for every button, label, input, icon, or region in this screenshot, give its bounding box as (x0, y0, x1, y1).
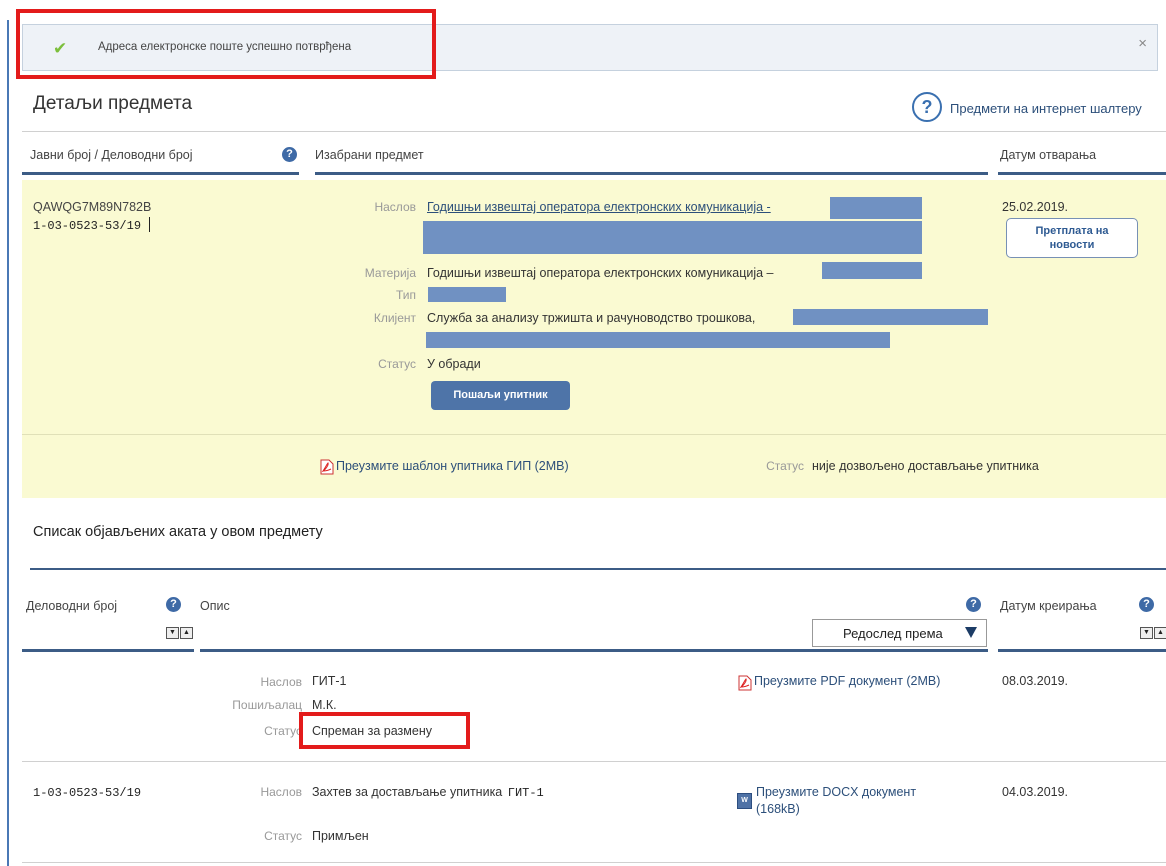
matter-label: Материја (364, 266, 416, 280)
help-icon[interactable]: ? (282, 147, 297, 162)
row-divider (22, 862, 1166, 863)
download-template-link[interactable]: Преузмите шаблон упитника ГИП (2MB) (336, 459, 569, 473)
download-pdf-link[interactable]: Преузмите PDF документ (2MB) (754, 674, 940, 688)
chevron-down-icon (965, 627, 977, 638)
header-underline (315, 172, 988, 175)
help-icon[interactable]: ? (1139, 597, 1154, 612)
portal-cases-link[interactable]: Предмети на интернет шалтеру (950, 101, 1142, 116)
pdf-icon (320, 459, 334, 475)
annotation-box-alert (16, 9, 436, 79)
case-matter: Годишњи извештај оператора електронских … (427, 266, 774, 280)
download-docx-link[interactable]: Преузмите DOCX документ (168kB) (756, 784, 916, 818)
sort-desc-icon[interactable]: ▼ (166, 627, 179, 639)
redaction (423, 221, 922, 254)
sort-order-select[interactable]: Редослед према (812, 619, 987, 647)
redaction (428, 287, 506, 302)
header-underline (998, 649, 1166, 652)
sort-asc-icon[interactable]: ▲ (180, 627, 193, 639)
help-icon[interactable]: ? (912, 92, 942, 122)
opened-date: 25.02.2019. (1002, 200, 1069, 214)
case-client: Служба за анализу тржишта и рачуноводств… (427, 311, 756, 325)
redaction (830, 197, 922, 219)
form-status-value: није дозвољено достављање упитника (812, 459, 1039, 473)
send-questionnaire-button[interactable]: Пошаљи упитник (431, 381, 570, 410)
client-label: Клијент (373, 311, 416, 325)
row-title-label: Наслов (260, 785, 302, 799)
row-created-date: 04.03.2019. (1002, 785, 1069, 799)
col-header-subject: Изабрани предмет (315, 148, 424, 162)
case-title[interactable]: Годишњи извештај оператора електронских … (427, 200, 771, 214)
header-underline (998, 172, 1166, 175)
text-cursor (149, 217, 150, 232)
redaction (793, 309, 988, 325)
row-title-label: Наслов (260, 675, 302, 689)
col-header-opened-date: Датум отварања (1000, 148, 1097, 162)
redaction (426, 332, 890, 348)
divider (22, 131, 1166, 132)
help-icon[interactable]: ? (166, 597, 181, 612)
divider (22, 434, 1166, 435)
header-underline (200, 649, 988, 652)
status-label: Статус (378, 357, 416, 371)
section-underline (30, 568, 1166, 570)
annotation-box-status (299, 712, 470, 749)
col-header-created-date: Датум креирања (1000, 599, 1097, 613)
col-header-number: Јавни број / Деловодни број (30, 148, 193, 162)
col-header-description: Опис (200, 599, 230, 613)
docx-icon: W (737, 793, 752, 809)
row-sender: М.К. (312, 698, 337, 712)
reference-number: 1-03-0523-53/19 (33, 219, 142, 233)
redaction (822, 262, 922, 279)
row-ref-number: 1-03-0523-53/19 (33, 786, 142, 800)
row-created-date: 08.03.2019. (1002, 674, 1069, 688)
form-status-label: Статус (766, 459, 804, 473)
sort-asc-icon[interactable]: ▲ (1154, 627, 1166, 639)
close-icon[interactable]: × (1138, 35, 1147, 52)
row-sender-label: Пошиљалац (232, 698, 302, 712)
row-status-label: Статус (264, 724, 302, 738)
title-label: Наслов (374, 200, 416, 214)
sort-desc-icon[interactable]: ▼ (1140, 627, 1153, 639)
row-title: ГИТ-1 (312, 674, 347, 688)
pdf-icon (738, 675, 752, 691)
header-underline (22, 172, 299, 175)
help-icon[interactable]: ? (966, 597, 981, 612)
public-number: QAWQG7M89N782B (33, 200, 152, 214)
row-title: Захтев за достављање упитника ГИТ-1 (312, 785, 544, 800)
row-status: Примљен (312, 829, 369, 843)
acts-section-title: Списак објављених аката у овом предмету (33, 524, 323, 540)
col-header-ref: Деловодни број (26, 599, 118, 613)
page-title: Детаљи предмета (33, 93, 193, 114)
left-border (7, 20, 9, 866)
subscribe-button[interactable]: Претплата на новости (1006, 218, 1138, 258)
row-divider (22, 761, 1166, 762)
row-status-label: Статус (264, 829, 302, 843)
header-underline (22, 649, 194, 652)
type-label: Тип (395, 288, 416, 302)
case-status: У обради (427, 357, 481, 371)
